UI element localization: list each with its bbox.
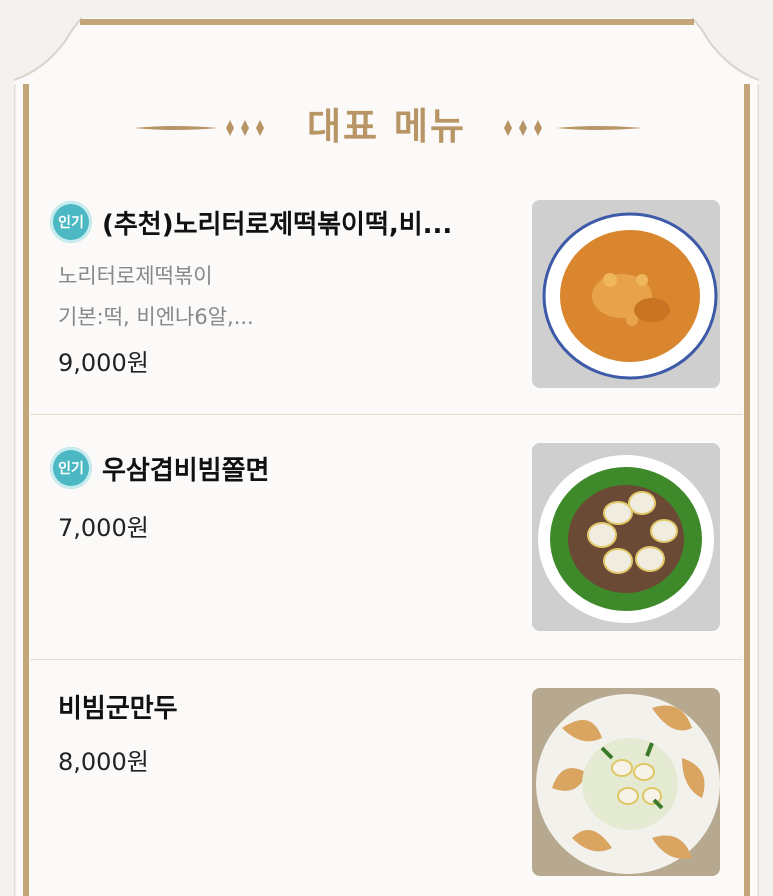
menu-item[interactable]: 비빔군만두 8,000원 [30, 660, 743, 896]
menu-item-price: 9,000원 [58, 349, 149, 377]
menu-item-name: 비빔군만두 [58, 694, 178, 724]
menu-item-name: (추천)노리터로제떡볶이떡,비... [102, 209, 453, 240]
menu-item-description: 기본:떡, 비엔나6알,... [58, 305, 254, 329]
menu-item[interactable]: 인기 (추천)노리터로제떡볶이떡,비... 노리터로제떡볶이 기본:떡, 비엔나… [30, 185, 743, 415]
rose-tteokbokki-photo [532, 200, 720, 388]
section-title: 대표 메뉴 [306, 105, 467, 148]
menu-item-description: 노리터로제떡볶이 [58, 264, 213, 288]
bibim-fried-dumpling-photo [532, 688, 720, 876]
popular-badge: 인기 [50, 447, 92, 489]
popular-badge: 인기 [50, 201, 92, 243]
menu-item-price: 7,000원 [58, 514, 149, 542]
menu-item[interactable]: 인기 우삼겹비빔쫄면 7,000원 [30, 415, 743, 660]
title-ornament-right [504, 120, 642, 136]
beef-bibim-jjolmyeon-photo [532, 443, 720, 631]
menu-item-price: 8,000원 [58, 748, 149, 776]
menu-item-name: 우삼겹비빔쫄면 [102, 455, 270, 486]
